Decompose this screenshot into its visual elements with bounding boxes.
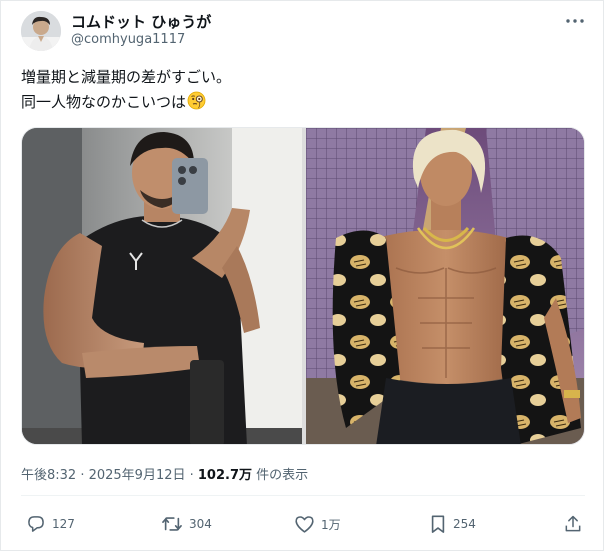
post-meta: 午後8:32 · 2025年9月12日 · 102.7万 件の表示	[21, 464, 308, 483]
reply-icon	[28, 516, 44, 532]
more-options-icon[interactable]	[565, 13, 585, 29]
bookmark-count: 254	[453, 517, 476, 531]
shirtless-photo-icon	[306, 128, 584, 444]
heart-icon	[295, 516, 314, 533]
author-handle[interactable]: @comhyuga1117	[71, 32, 185, 47]
like-button[interactable]: 1万	[294, 512, 341, 536]
divider	[21, 495, 585, 496]
author-avatar[interactable]	[21, 11, 61, 51]
repost-icon	[162, 517, 182, 531]
share-button[interactable]	[563, 512, 583, 536]
face-with-monocle-emoji-icon	[187, 91, 206, 110]
share-icon	[565, 515, 581, 532]
author-display-name[interactable]: コムドット ひゅうが	[71, 11, 211, 32]
post-text-line-1: 増量期と減量期の差がすごい。	[21, 68, 232, 86]
bookmark-icon	[431, 515, 445, 533]
views-count: 102.7万	[197, 468, 253, 483]
post-card: コムドット ひゅうが @comhyuga1117 増量期と減量期の差がすごい。 …	[0, 0, 604, 551]
reply-count: 127	[52, 517, 75, 531]
mirror-selfie-photo-icon	[22, 128, 302, 444]
post-timestamp[interactable]: 午後8:32 · 2025年9月12日 ·	[21, 468, 198, 483]
reply-button[interactable]: 127	[26, 512, 75, 536]
avatar-image	[21, 11, 61, 51]
like-count: 1万	[321, 517, 341, 532]
post-text-line-2: 同一人物なのかこいつは	[21, 93, 187, 111]
media-photo-2[interactable]	[306, 128, 584, 444]
repost-button[interactable]: 304	[161, 512, 212, 536]
views-suffix: 件の表示	[252, 468, 309, 483]
bookmark-button[interactable]: 254	[429, 512, 476, 536]
media-photo-1[interactable]	[22, 128, 302, 444]
repost-count: 304	[189, 517, 212, 531]
action-bar: 127 304 1万 254	[1, 512, 604, 536]
media-gallery	[21, 127, 585, 445]
post-text: 増量期と減量期の差がすごい。 同一人物なのかこいつは	[21, 65, 581, 115]
post-text-line-2-wrap: 同一人物なのかこいつは	[21, 90, 581, 115]
